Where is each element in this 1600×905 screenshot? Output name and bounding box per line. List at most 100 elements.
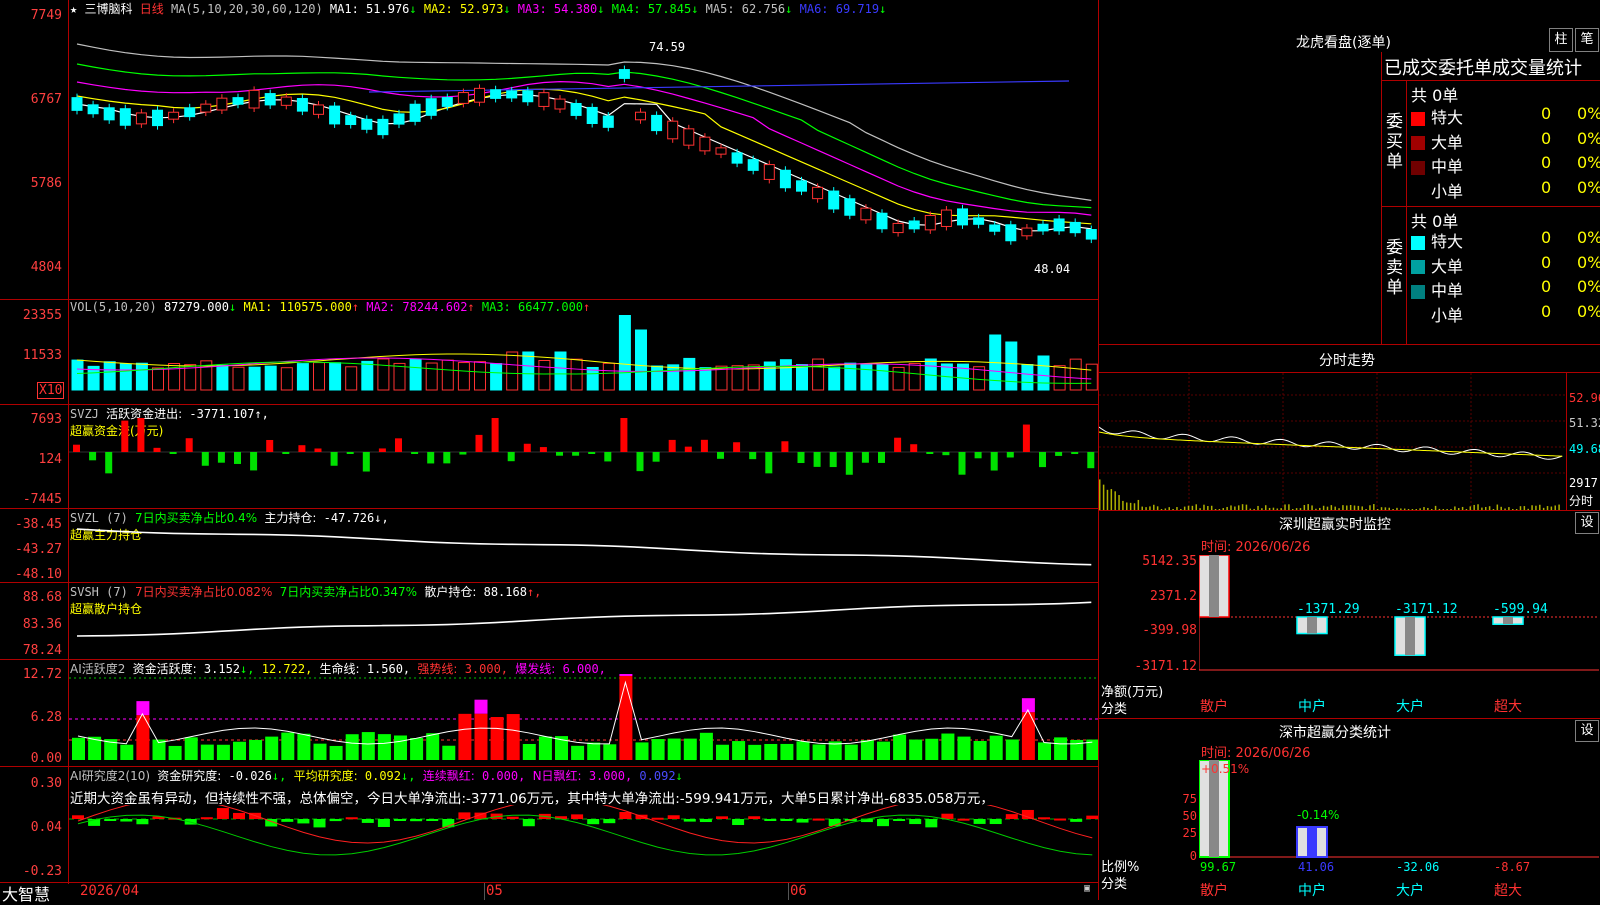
- lock-icon[interactable]: ▣: [1084, 883, 1090, 894]
- research-label: 资金研究度:: [157, 769, 222, 783]
- research-bar: [200, 817, 213, 820]
- retail-holding-chart[interactable]: [69, 596, 1098, 658]
- sell-row-count: 0: [1541, 252, 1552, 272]
- vol-ma-arrow: ↑: [467, 300, 475, 314]
- candle-body: [779, 169, 791, 189]
- tick-mode-button[interactable]: 笔: [1575, 28, 1599, 52]
- volume-bar: [329, 362, 342, 391]
- candle-body: [119, 108, 131, 126]
- sz-class-chart[interactable]: [1199, 760, 1599, 860]
- activity-bar: [361, 732, 375, 760]
- research-bar: [361, 819, 374, 823]
- fund-flow-bar: [749, 452, 757, 460]
- research-bar: [522, 819, 535, 827]
- candlestick-chart[interactable]: [69, 14, 1098, 298]
- research-bar: [216, 808, 229, 819]
- volume-bar: [828, 366, 841, 391]
- volume-bar: [216, 364, 229, 391]
- research-bar: [667, 815, 680, 819]
- class-y-tick: 25: [1182, 826, 1197, 840]
- chart-area[interactable]: ★ 三博脑科 日线 MA(5,10,20,30,60,120) MA1: 51.…: [0, 0, 1100, 904]
- x-tick-mark: [788, 883, 789, 900]
- candle-body: [860, 207, 872, 221]
- volume-bar: [232, 366, 245, 391]
- candle-body: [103, 107, 115, 121]
- sz-class-title: 深市超赢分类统计: [1279, 725, 1391, 741]
- volume-bar: [119, 363, 132, 391]
- fund-flow-chart[interactable]: [69, 418, 1098, 508]
- candle-body: [168, 111, 180, 120]
- sz-y-tick: 5142.35: [1142, 554, 1197, 569]
- section-divider: [1381, 52, 1382, 344]
- activity-bar: [1038, 742, 1051, 760]
- volume-bar: [683, 357, 696, 391]
- volume-bar: [908, 362, 921, 391]
- intraday-vol-bar: [1133, 503, 1136, 510]
- candle-body: [828, 190, 840, 210]
- volume-bar: [651, 365, 664, 391]
- sz-category: 散户: [1200, 699, 1228, 715]
- sz-class-time: 时间: 2026/06/26: [1201, 746, 1311, 761]
- fund-flow-bar: [1006, 452, 1014, 458]
- sz-monitor-settings-button[interactable]: 设: [1575, 512, 1599, 534]
- activity-bar: [313, 743, 327, 760]
- activity-bar: [780, 743, 794, 760]
- volume-bar: [844, 362, 857, 391]
- activity-bar: [184, 737, 198, 760]
- activity-bar: [72, 737, 85, 760]
- low-price-marker: 48.04: [1034, 262, 1071, 276]
- class-category: 超大: [1494, 883, 1522, 899]
- class-bar-label: +0.51%: [1201, 762, 1250, 776]
- sz-class-settings-button[interactable]: 设: [1575, 720, 1599, 742]
- main-force-holding-chart[interactable]: [69, 525, 1098, 581]
- volume-bar: [361, 360, 374, 391]
- class-value: -32.06: [1396, 860, 1440, 874]
- activity-bar: [394, 735, 407, 760]
- research-bar: [989, 819, 1002, 825]
- activity-bar: [571, 745, 585, 760]
- buy-row-pct: 0%: [1577, 104, 1600, 123]
- legend-swatch: [1411, 185, 1425, 199]
- fund-flow-bar: [427, 452, 435, 464]
- activity-bar: [877, 741, 890, 760]
- bar-mode-button[interactable]: 柱: [1549, 28, 1573, 52]
- volume-bar: [409, 358, 422, 391]
- research-bar: [1086, 815, 1098, 819]
- sell-row: 中单 0 0%: [1411, 277, 1600, 301]
- research-bar: [571, 814, 584, 819]
- sell-row-pct: 0%: [1577, 228, 1600, 247]
- ma-line-4: [76, 63, 1092, 209]
- fund-flow-bar: [362, 452, 370, 472]
- research-bar: [909, 819, 922, 825]
- fund-flow-bar: [910, 444, 918, 452]
- y-tick: 78.24: [22, 643, 62, 658]
- ma-line-5: [76, 43, 1092, 201]
- volume-bar: [248, 366, 261, 391]
- fund-flow-bar: [395, 438, 402, 452]
- sell-row-count: 0: [1541, 301, 1552, 321]
- volume-bar: [876, 364, 889, 391]
- activity-bar: [587, 742, 601, 760]
- buy-row: 大单 0 0%: [1411, 129, 1600, 153]
- candle-body: [1069, 221, 1081, 234]
- fund-flow-bar: [733, 442, 741, 452]
- activity-bar: [812, 744, 826, 760]
- y-tick: 23355: [22, 308, 62, 323]
- intraday-vol-bar: [1137, 499, 1140, 510]
- research-bar: [377, 819, 390, 827]
- volume-bar: [71, 359, 84, 391]
- x-tick: 2026/04: [80, 883, 140, 899]
- activity-bar: [603, 744, 617, 760]
- class-y-tick: 75: [1182, 792, 1197, 806]
- intraday-chart[interactable]: [1099, 373, 1566, 510]
- activity-bar: [667, 738, 681, 760]
- volume-chart[interactable]: [69, 315, 1098, 399]
- activity-bar: [329, 745, 343, 760]
- sz-net-flow-chart[interactable]: 5142.35 -1371.29 -3171.12 -599.94: [1199, 555, 1599, 685]
- ma-line-1: [76, 93, 1092, 232]
- ai-activity-chart[interactable]: [69, 674, 1098, 766]
- vol-ma-line: [76, 353, 1092, 371]
- intraday-price: 52.96: [1569, 391, 1600, 405]
- volume-bar: [264, 365, 277, 391]
- ai-research-chart[interactable]: [69, 805, 1098, 882]
